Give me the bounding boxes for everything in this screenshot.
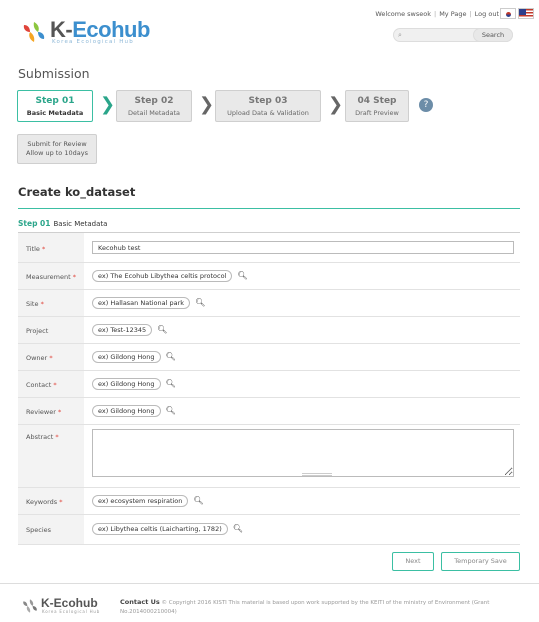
step-number: 04 Step — [357, 96, 397, 106]
logo-leaf-icon — [23, 22, 45, 42]
logo-leaf-icon — [23, 599, 37, 613]
form-title: Create ko_dataset — [18, 185, 136, 199]
form-row-keywords: Keywords * ex) ecosystem respiration 🔍︎ — [18, 488, 520, 515]
form-row-site: Site * ex) Hallasan National park 🔍︎ — [18, 290, 520, 317]
welcome-text: Welcome swseok — [375, 10, 431, 18]
step-number: Step 01 — [35, 96, 75, 106]
form-step-number: Step 01 — [18, 219, 51, 228]
footer-logo: K-Ecohub Korea Ecological Hub — [22, 596, 112, 620]
measurement-field[interactable]: ex) The Ecohub Libythea celtis protocol — [92, 270, 233, 282]
temporary-save-button[interactable]: Temporary Save — [441, 552, 520, 571]
search-icon[interactable]: 🔍︎ — [233, 523, 243, 534]
search-icon: ⌕ — [398, 31, 402, 39]
keywords-field[interactable]: ex) ecosystem respiration — [92, 495, 189, 507]
form-row-contact: Contact * ex) Gildong Hong 🔍︎ — [18, 371, 520, 398]
chevron-right-icon: ❯ — [328, 94, 344, 115]
contact-us-link[interactable]: Contact Us — [120, 598, 160, 606]
search-icon[interactable]: 🔍︎ — [195, 297, 205, 308]
step-label: Detail Metadata — [128, 109, 180, 117]
form-row-species: Species ex) Libythea celtis (Laicharting… — [18, 515, 520, 545]
field-label: Owner * — [18, 344, 84, 370]
search-icon[interactable]: 🔍︎ — [237, 270, 247, 281]
owner-field[interactable]: ex) Gildong Hong — [92, 351, 161, 363]
form-step-name: Basic Metadata — [53, 220, 108, 228]
step-label: Draft Preview — [355, 109, 399, 117]
form-step-label: Step 01 Basic Metadata — [18, 219, 107, 228]
step-01[interactable]: Step 01 Basic Metadata — [17, 90, 93, 122]
step-03[interactable]: Step 03 Upload Data & Validation — [215, 90, 321, 122]
footer-copyright: Contact Us © Copyright 2016 KISTI This m… — [120, 598, 525, 617]
field-label: Reviewer * — [18, 398, 84, 424]
site-field[interactable]: ex) Hallasan National park — [92, 297, 191, 309]
metadata-form: Title * Measurement * ex) The Ecohub Lib… — [18, 232, 520, 545]
site-logo[interactable]: K-Ecohub Korea Ecological Hub — [22, 17, 150, 47]
help-icon[interactable]: ? — [419, 98, 433, 112]
step-04[interactable]: 04 Step Draft Preview — [345, 90, 409, 122]
korean-flag-icon[interactable] — [500, 8, 516, 19]
reviewer-field[interactable]: ex) Gildong Hong — [92, 405, 161, 417]
copyright-text: © Copyright 2016 KISTI This material is … — [120, 600, 490, 615]
form-row-title: Title * — [18, 233, 520, 263]
search-button[interactable]: Search — [473, 28, 513, 42]
chevron-right-icon: ❯ — [199, 94, 215, 115]
submit-for-review-button[interactable]: Submit for Review Allow up to 10days — [17, 134, 97, 164]
nav-separator: | — [434, 10, 437, 18]
step-label: Upload Data & Validation — [227, 109, 309, 117]
chevron-right-icon: ❯ — [100, 94, 116, 115]
form-row-project: Project ex) Test-12345 🔍︎ — [18, 317, 520, 344]
my-page-link[interactable]: My Page — [439, 10, 466, 18]
form-row-measurement: Measurement * ex) The Ecohub Libythea ce… — [18, 263, 520, 290]
footer-logo-subtitle: Korea Ecological Hub — [42, 609, 101, 614]
title-divider — [18, 208, 520, 209]
search-icon[interactable]: 🔍︎ — [166, 405, 176, 416]
logout-link[interactable]: Log out — [475, 10, 499, 18]
species-field[interactable]: ex) Libythea celtis (Laicharting, 1782) — [92, 523, 228, 535]
search-input[interactable] — [406, 30, 466, 40]
search-icon[interactable]: 🔍︎ — [193, 495, 203, 506]
footer-divider — [0, 583, 539, 584]
form-row-reviewer: Reviewer * ex) Gildong Hong 🔍︎ — [18, 398, 520, 425]
us-flag-icon[interactable] — [518, 8, 534, 19]
search-icon[interactable]: 🔍︎ — [166, 378, 176, 389]
field-label: Site * — [18, 290, 84, 316]
search-icon[interactable]: 🔍︎ — [157, 324, 167, 335]
project-field[interactable]: ex) Test-12345 — [92, 324, 153, 336]
field-label: Measurement * — [18, 263, 84, 289]
field-label: Abstract * — [18, 425, 84, 487]
top-nav: Welcome swseok | My Page | Log out — [375, 10, 499, 18]
resize-grip[interactable] — [302, 473, 332, 476]
title-input[interactable] — [92, 241, 514, 254]
field-label: Project — [18, 317, 84, 343]
footer-logo-title: K-Ecohub — [41, 596, 98, 610]
review-line-1: Submit for Review — [27, 140, 87, 148]
nav-separator: | — [469, 10, 472, 18]
field-label: Contact * — [18, 371, 84, 397]
step-number: Step 02 — [134, 96, 174, 106]
review-line-2: Allow up to 10days — [26, 149, 88, 157]
search-icon[interactable]: 🔍︎ — [166, 351, 176, 362]
contact-field[interactable]: ex) Gildong Hong — [92, 378, 161, 390]
field-label: Species — [18, 515, 84, 544]
abstract-textarea[interactable] — [92, 429, 514, 477]
field-label: Title * — [18, 233, 84, 262]
step-number: Step 03 — [248, 96, 288, 106]
step-label: Basic Metadata — [26, 109, 84, 117]
next-button[interactable]: Next — [392, 552, 434, 571]
form-row-owner: Owner * ex) Gildong Hong 🔍︎ — [18, 344, 520, 371]
page-title: Submission — [18, 66, 90, 81]
step-02[interactable]: Step 02 Detail Metadata — [116, 90, 192, 122]
form-row-abstract: Abstract * — [18, 425, 520, 488]
logo-subtitle: Korea Ecological Hub — [52, 39, 134, 45]
field-label: Keywords * — [18, 488, 84, 514]
